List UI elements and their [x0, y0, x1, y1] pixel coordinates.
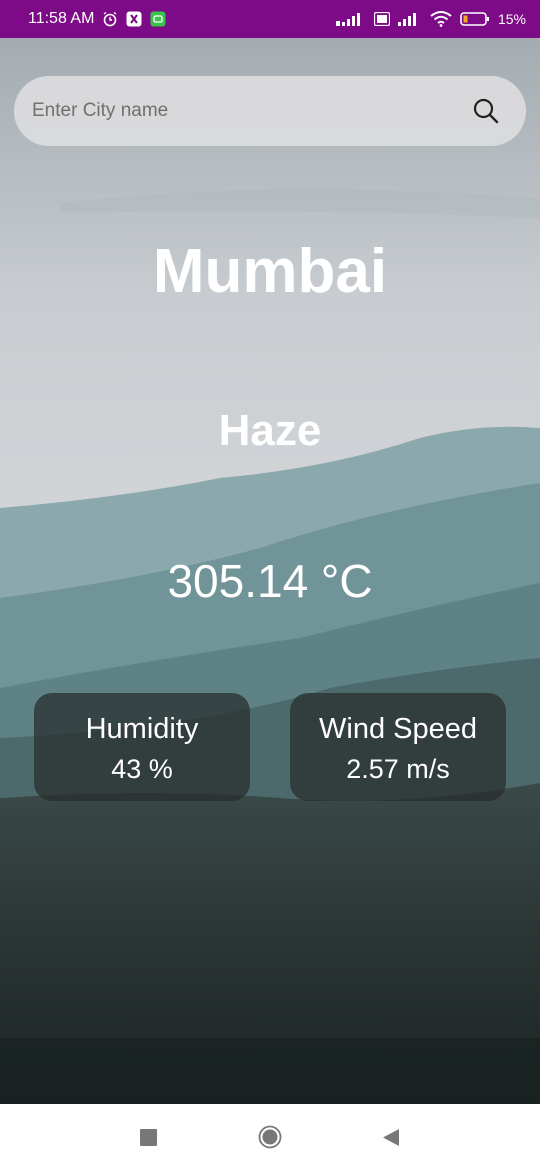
- city-search-input[interactable]: [30, 99, 466, 123]
- signal-icon: [335, 13, 360, 26]
- search-icon: [473, 98, 499, 124]
- weather-condition: Haze: [218, 406, 322, 455]
- alarm-icon: [104, 11, 117, 27]
- search-bar: [14, 76, 526, 146]
- humidity-label: Humidity: [85, 713, 199, 745]
- circle-home-icon[interactable]: [258, 1125, 282, 1149]
- status-bar: 11:58 AM 15%: [0, 0, 540, 38]
- volte-icon: [373, 12, 390, 26]
- temperature: 305.14 °C: [167, 555, 373, 607]
- square-recent-apps-icon[interactable]: [138, 1126, 160, 1148]
- triangle-back-icon[interactable]: [380, 1126, 402, 1148]
- status-left: 11:58 AM: [28, 10, 166, 28]
- battery-percent: 15%: [497, 11, 526, 27]
- wind-speed-card: Wind Speed 2.57 m/s: [290, 693, 506, 801]
- app-notification-icon: [126, 11, 142, 27]
- humidity-card: Humidity 43 %: [34, 693, 250, 801]
- wind-speed-value: 2.57 m/s: [346, 754, 450, 784]
- signal-icon-2: [397, 13, 416, 26]
- city-name: Mumbai: [152, 237, 388, 306]
- status-time: 11:58 AM: [28, 10, 95, 27]
- navigation-bar: [0, 1104, 540, 1170]
- chat-notification-icon: [150, 11, 166, 27]
- wind-speed-label: Wind Speed: [319, 713, 477, 745]
- wifi-icon: [430, 11, 452, 27]
- humidity-value: 43 %: [111, 754, 173, 784]
- search-button[interactable]: [466, 91, 506, 131]
- status-right: 15%: [335, 11, 526, 27]
- weather-screen: Mumbai Haze 305.14 °C Humidity 43 % Wind…: [0, 38, 540, 1104]
- battery-icon: [460, 12, 489, 26]
